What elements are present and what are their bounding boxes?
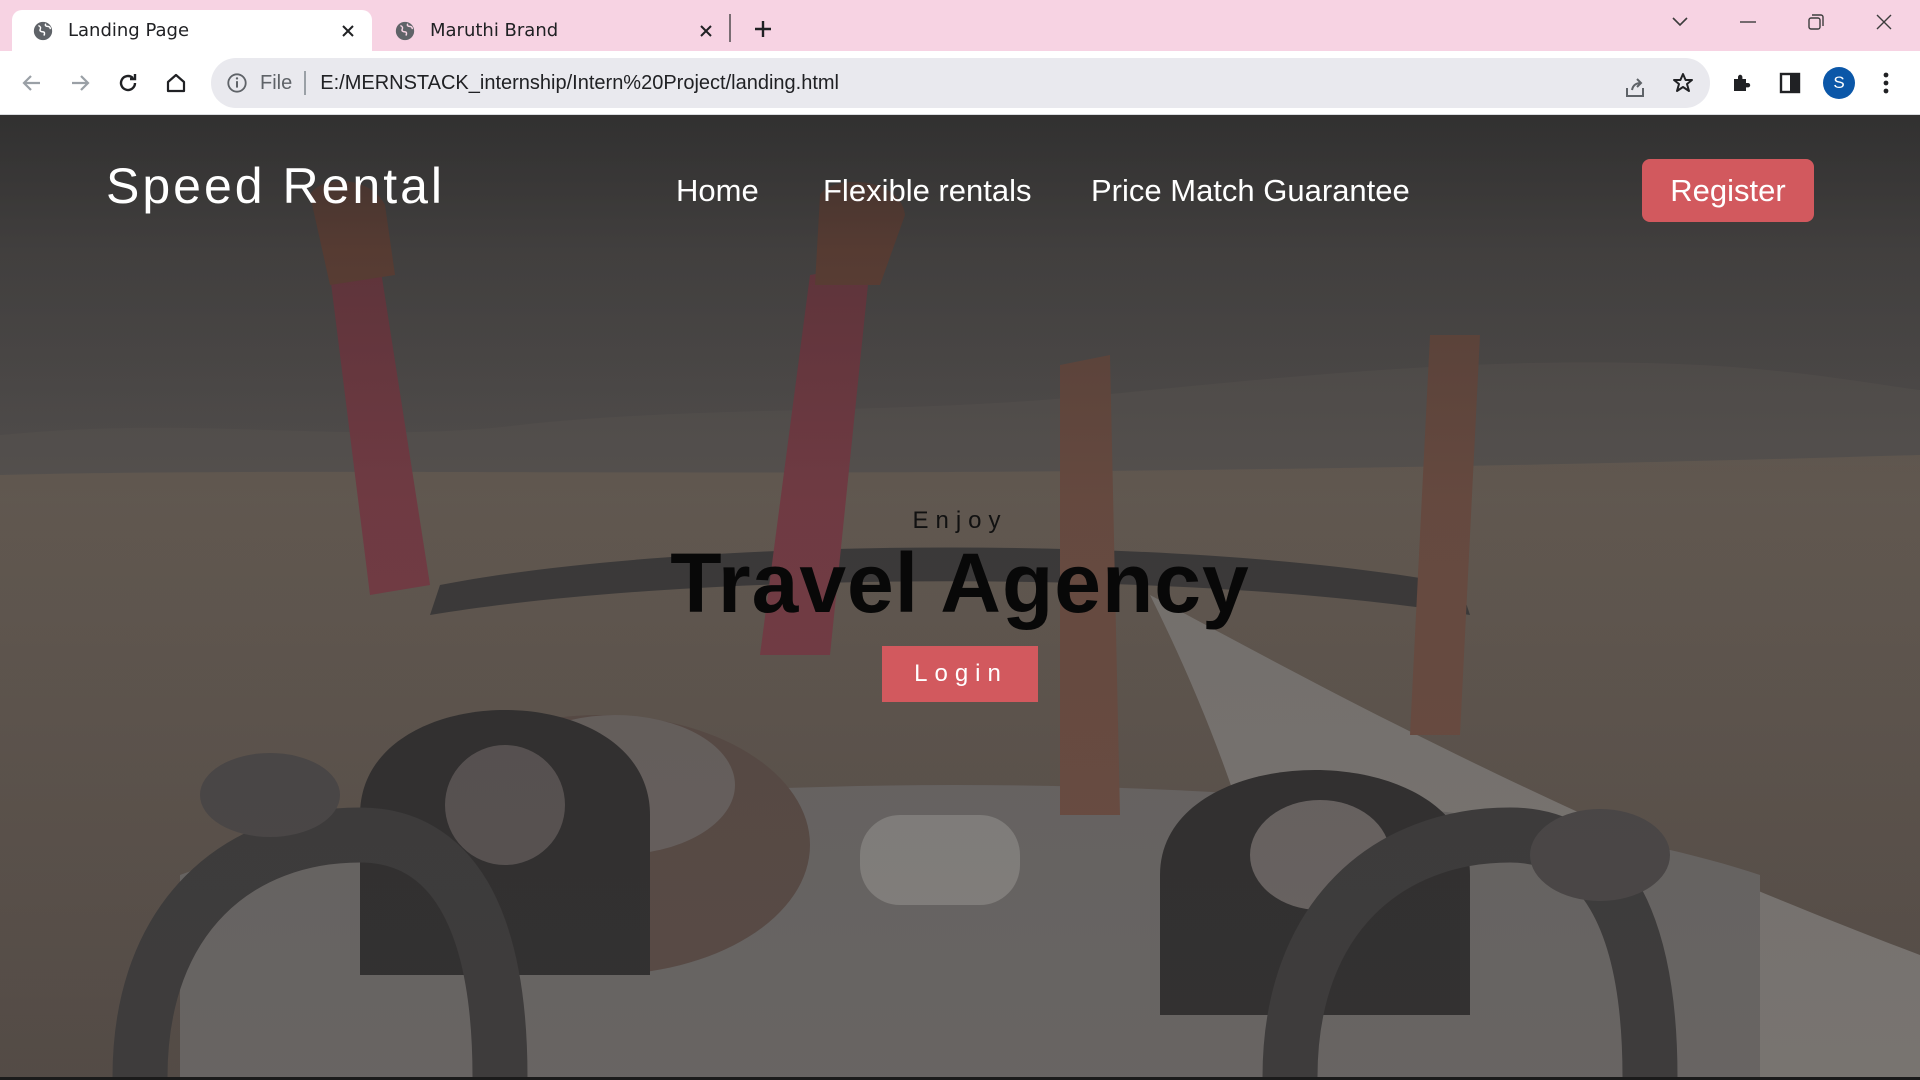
puzzle-icon [1734,74,1751,91]
nav-link-price-match-guarantee[interactable]: Price Match Guarantee [1091,173,1410,209]
new-tab-button[interactable] [744,10,782,48]
side-panel-button[interactable] [1774,67,1806,99]
home-button[interactable] [156,63,196,103]
browser-toolbar: File E:/MERNSTACK_internship/Intern%20Pr… [0,51,1920,115]
tab-strip: Landing Page Maruthi Brand [0,0,1920,51]
side-panel-icon [1779,72,1801,94]
tab-search-button[interactable] [1654,4,1706,40]
back-arrow-icon [22,75,40,91]
forward-button[interactable] [60,63,100,103]
forward-arrow-icon [72,75,90,91]
address-bar[interactable]: File E:/MERNSTACK_internship/Intern%20Pr… [211,58,1710,108]
info-icon[interactable] [226,72,248,94]
tab-maruthi-brand[interactable]: Maruthi Brand [374,10,730,51]
nav-link-home[interactable]: Home [676,173,759,209]
back-button[interactable] [12,63,52,103]
tab-landing-page[interactable]: Landing Page [12,10,372,51]
nav-link-flexible-rentals[interactable]: Flexible rentals [823,173,1031,209]
url-text[interactable]: E:/MERNSTACK_internship/Intern%20Project… [320,72,839,95]
globe-icon [395,21,415,40]
scheme-label: File [260,71,293,94]
minimize-icon [1740,21,1756,23]
page-viewport: Speed Rental Home Flexible rentals Price… [0,115,1920,1077]
menu-button[interactable] [1870,67,1902,99]
tab-title: Maruthi Brand [430,20,559,41]
close-icon[interactable] [688,13,724,49]
more-vert-icon [1883,72,1889,94]
hero-headline: Travel Agency [670,536,1250,630]
star-icon [1673,73,1693,92]
share-button[interactable] [1622,75,1648,101]
reload-button[interactable] [108,63,148,103]
bookmark-button[interactable] [1670,70,1696,96]
close-icon[interactable] [330,13,366,49]
profile-avatar[interactable]: S [1823,67,1855,99]
register-button[interactable]: Register [1642,159,1814,222]
globe-icon [33,21,53,40]
home-icon [166,73,186,93]
chevron-down-icon [1672,17,1688,27]
extensions-button[interactable] [1726,67,1758,99]
login-button[interactable]: Login [882,646,1038,702]
tab-divider [729,14,731,42]
restore-icon [1808,14,1824,30]
site-brand-logo[interactable]: Speed Rental [106,157,445,215]
window-close-icon [1876,14,1892,30]
reload-icon [119,74,137,92]
restore-button[interactable] [1790,4,1842,40]
tab-title: Landing Page [68,20,190,41]
share-icon [1626,78,1644,97]
plus-icon [755,21,771,37]
address-separator [304,71,307,95]
hero-kicker: Enjoy [912,507,1008,534]
window-close-button[interactable] [1858,4,1910,40]
minimize-button[interactable] [1722,4,1774,40]
